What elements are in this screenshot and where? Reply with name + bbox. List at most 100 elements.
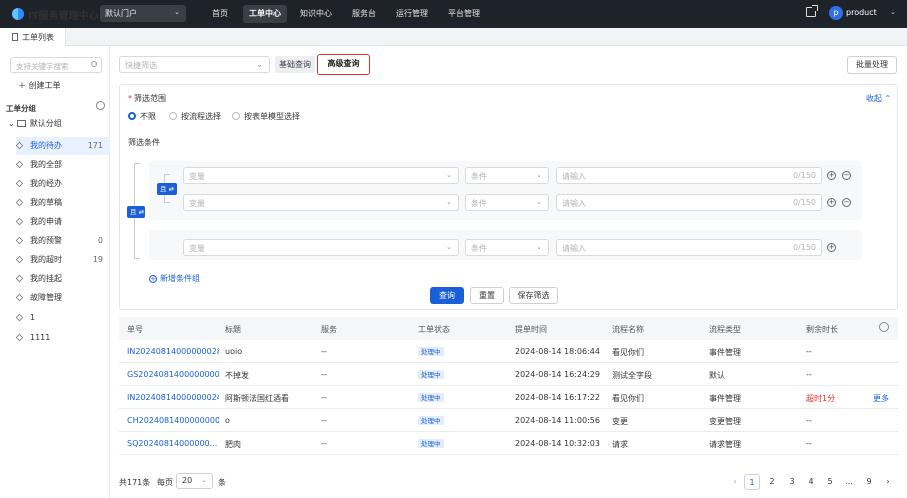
cell-time: 2024-08-14 18:06:44 [515, 347, 600, 356]
collapse-link[interactable]: 收起 ⌃ [866, 93, 891, 104]
cell-remain: -- [806, 347, 812, 356]
advanced-query-button[interactable]: 高级查询 [317, 54, 370, 75]
external-link-icon[interactable] [806, 5, 818, 17]
sidebar-item-my-drafts[interactable]: 我的草稿 [15, 194, 110, 212]
filter-scope-text: 筛选范围 [134, 94, 166, 103]
chevron-down-icon: ⌄ [256, 60, 263, 69]
sidebar-item-count: 171 [87, 141, 103, 150]
cell-type: 请求管理 [709, 440, 741, 449]
cell-id[interactable]: IN20240814000000028 [127, 347, 219, 356]
sidebar-item-my-all[interactable]: 我的全部 [15, 156, 110, 174]
collapse-text: 收起 [866, 94, 882, 103]
sidebar-default-group[interactable]: ⌄ 默认分组 [8, 118, 62, 129]
batch-process-button[interactable]: 批量处理 [847, 56, 897, 74]
nav-platform[interactable]: 平台管理 [442, 5, 486, 23]
chevron-right-icon[interactable]: › [880, 474, 896, 490]
page-1[interactable]: 1 [744, 474, 760, 490]
gear-icon[interactable] [879, 322, 889, 332]
variable-select[interactable]: 变量 ⌄ [183, 167, 459, 184]
portal-select[interactable]: 默认门户 ⌄ [100, 5, 186, 22]
cell-more[interactable]: 更多 [873, 393, 895, 404]
cell-time: 2024-08-14 10:32:03 [515, 439, 600, 448]
nav-home[interactable]: 首页 [206, 5, 234, 23]
condition-select[interactable]: 条件 ⌄ [465, 194, 549, 211]
quick-filter-placeholder: 快捷筛选 [125, 61, 157, 70]
portal-value: 默认门户 [105, 9, 137, 18]
select-placeholder: 变量 [189, 244, 205, 253]
column-header: 流程类型 [709, 325, 741, 334]
default-group-label: 默认分组 [29, 119, 62, 128]
save-filter-button[interactable]: 保存筛选 [509, 287, 558, 304]
condition-select[interactable]: 条件 ⌄ [465, 167, 549, 184]
variable-select[interactable]: 变量 ⌄ [183, 239, 459, 256]
inner-and-toggle[interactable]: 且 ⇄ [157, 183, 177, 195]
per-page-unit: 条 [218, 478, 226, 487]
create-ticket-button[interactable]: ＋ 创建工单 [18, 80, 61, 91]
page-2[interactable]: 2 [764, 474, 780, 490]
cell-status: 处理中 [418, 392, 478, 402]
user-name[interactable]: product [846, 8, 877, 17]
gear-icon[interactable] [96, 101, 105, 110]
layers-icon [15, 198, 24, 207]
condition-select[interactable]: 条件 ⌄ [465, 239, 549, 256]
sidebar-item-my-requests[interactable]: 我的申请 [15, 213, 110, 231]
page-9[interactable]: 9 [861, 474, 877, 490]
plus-circle-icon[interactable]: + [827, 243, 836, 252]
outer-and-toggle[interactable]: 且 ⇄ [127, 206, 145, 218]
nav-knowledge[interactable]: 知识中心 [294, 5, 338, 23]
radio-unlimited[interactable]: 不限 [128, 111, 156, 122]
reset-button[interactable]: 重置 [470, 287, 504, 304]
layers-icon [15, 236, 24, 245]
cell-id[interactable]: SQ20240814000000... [127, 439, 219, 448]
basic-query-button[interactable]: 基础查询 [275, 56, 315, 73]
sidebar-item-1[interactable]: 1 [15, 309, 110, 327]
plus-circle-icon[interactable]: + [827, 198, 836, 207]
cell-status: 处理中 [418, 369, 478, 379]
page-5[interactable]: 5 [822, 474, 838, 490]
nav-ticket-center[interactable]: 工单中心 [243, 5, 287, 23]
per-page-select[interactable]: 20 ⌄ [176, 473, 213, 489]
nav-service-desk[interactable]: 服务台 [346, 5, 382, 23]
chevron-down-icon[interactable]: ⌄ [890, 8, 896, 16]
sidebar-item-fault-management[interactable]: 故障管理 [15, 289, 110, 307]
select-placeholder: 变量 [189, 199, 205, 208]
sidebar-item-my-suspended[interactable]: 我的挂起 [15, 270, 110, 288]
cell-id[interactable]: CH20240814000000001 [127, 416, 219, 425]
sidebar-item-my-todo[interactable]: 我的待办 171 [15, 137, 110, 155]
logo-icon [12, 8, 24, 20]
value-input[interactable]: 请输入 0/150 [556, 239, 822, 256]
input-placeholder: 请输入 [562, 244, 586, 253]
sidebar-search-input[interactable]: 支持关键字搜索 [10, 57, 102, 73]
tab-label: 工单列表 [22, 33, 54, 42]
sidebar-item-my-warnings[interactable]: 我的预警 0 [15, 232, 110, 250]
minus-circle-icon[interactable]: − [842, 171, 851, 180]
cell-id[interactable]: GS20240814000000001 [127, 370, 219, 379]
status-badge: 处理中 [418, 439, 444, 448]
radio-by-process[interactable]: 按流程选择 [169, 111, 221, 122]
sidebar-item-my-handled[interactable]: 我的经办 [15, 175, 110, 193]
sidebar-item-label: 1111 [30, 333, 51, 342]
status-badge: 处理中 [418, 370, 444, 379]
tab-ticket-list[interactable]: 工单列表 [0, 28, 66, 46]
avatar[interactable]: p [829, 6, 843, 20]
nav-operations[interactable]: 运行管理 [390, 5, 434, 23]
cell-flow: 变更 [612, 417, 628, 426]
quick-filter-select[interactable]: 快捷筛选 ⌄ [119, 56, 270, 73]
plus-circle-icon[interactable]: + [827, 171, 836, 180]
query-button[interactable]: 查询 [430, 287, 464, 304]
value-input[interactable]: 请输入 0/150 [556, 167, 822, 184]
chevron-left-icon[interactable]: ‹ [727, 474, 743, 490]
sidebar-item-my-overdue[interactable]: 我的超时 19 [15, 251, 110, 269]
cell-time: 2024-08-14 16:24:29 [515, 370, 600, 379]
page-4[interactable]: 4 [803, 474, 819, 490]
page-3[interactable]: 3 [784, 474, 800, 490]
value-input[interactable]: 请输入 0/150 [556, 194, 822, 211]
plus-circle-icon: + [149, 275, 157, 283]
sidebar-item-1111[interactable]: 1111 [15, 329, 110, 347]
minus-circle-icon[interactable]: − [842, 198, 851, 207]
radio-by-form-model[interactable]: 按表单模型选择 [232, 111, 300, 122]
variable-select[interactable]: 变量 ⌄ [183, 194, 459, 211]
cell-id[interactable]: IN20240814000000024 [127, 393, 219, 402]
page-ellipsis[interactable]: ... [841, 474, 857, 490]
add-condition-group-button[interactable]: + 新增条件组 [149, 273, 200, 284]
